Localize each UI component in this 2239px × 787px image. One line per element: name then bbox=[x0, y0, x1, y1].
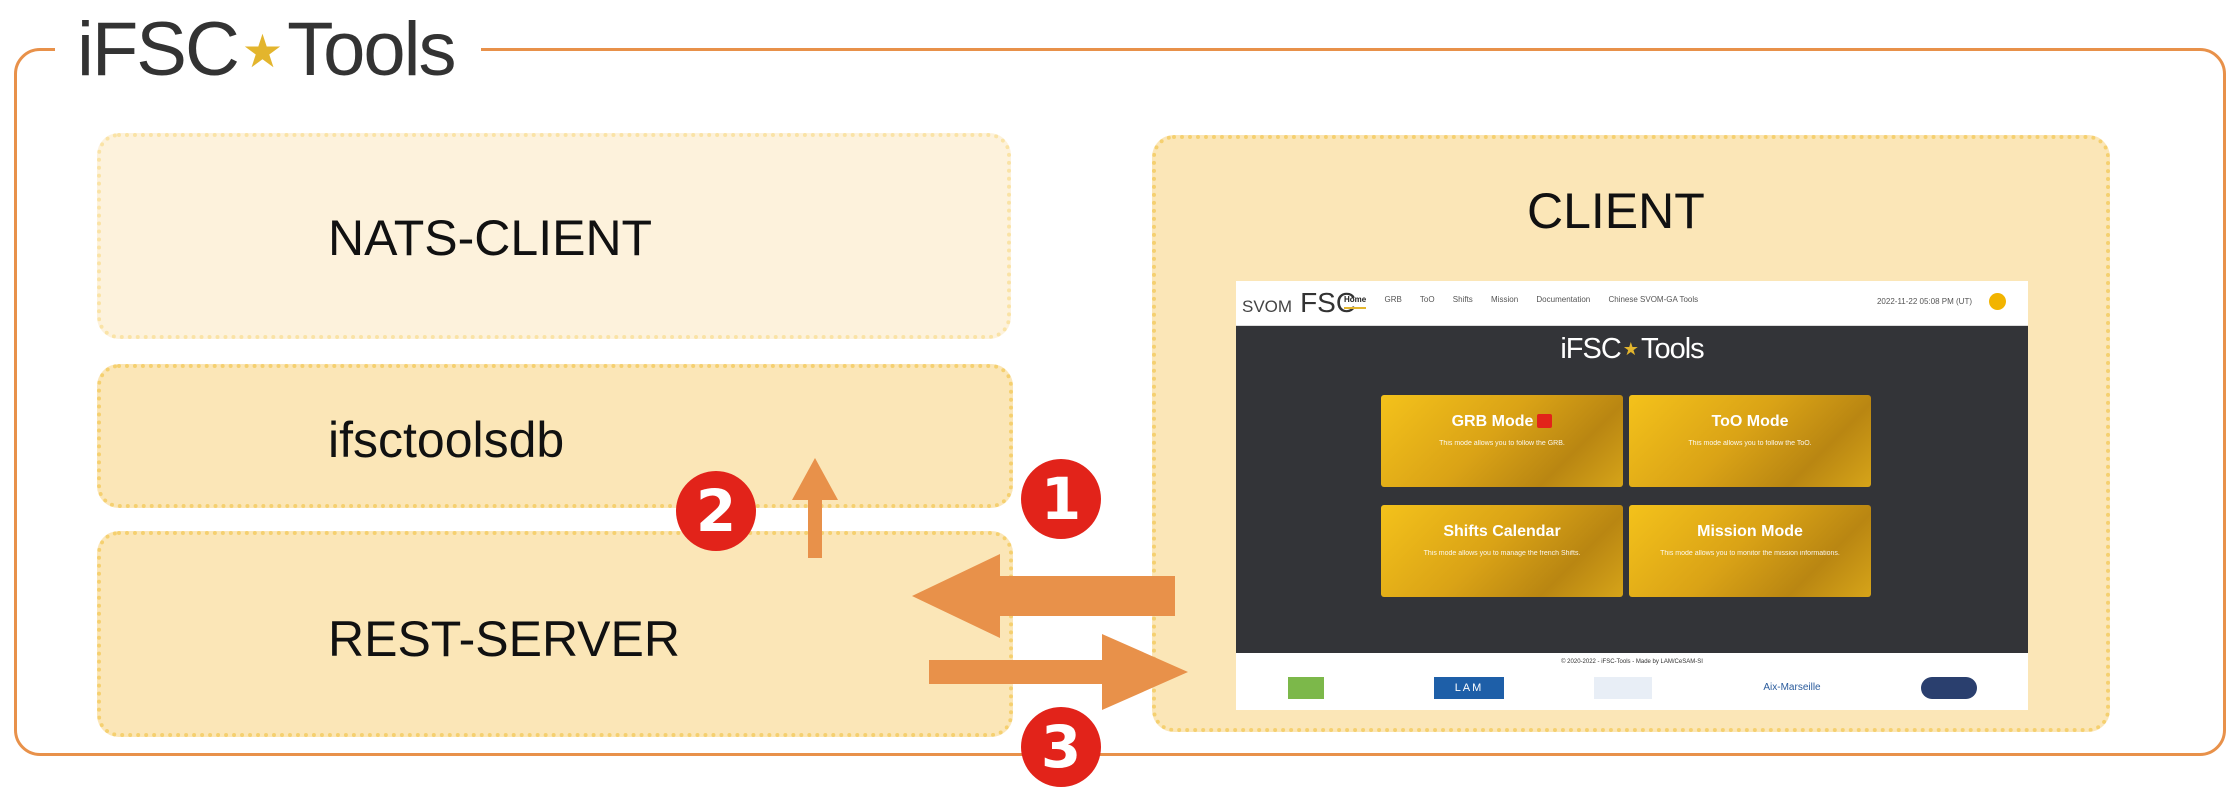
mission-mode-card[interactable]: Mission Mode This mode allows you to mon… bbox=[1629, 505, 1871, 597]
mission-mode-desc: This mode allows you to monitor the miss… bbox=[1660, 550, 1840, 557]
screenshot-title-left: iFSC bbox=[1560, 333, 1621, 365]
mission-mode-title: Mission Mode bbox=[1697, 523, 1803, 540]
partner-logo-round bbox=[1921, 677, 1977, 699]
client-label: CLIENT bbox=[1527, 183, 1705, 239]
lam-logo: LAM bbox=[1434, 677, 1504, 699]
user-avatar-icon[interactable] bbox=[1989, 293, 2006, 310]
step-badge-2: 2 bbox=[676, 471, 756, 551]
nav-documentation[interactable]: Documentation bbox=[1536, 295, 1590, 304]
grb-mode-title: GRB Mode bbox=[1451, 413, 1534, 430]
screenshot-nav-items: Home GRB ToO Shifts Mission Documentatio… bbox=[1344, 295, 1714, 309]
aix-marseille-logo: Aix-Marseille bbox=[1763, 682, 1821, 693]
shifts-calendar-title: Shifts Calendar bbox=[1443, 523, 1561, 540]
database-label: ifsctoolsdb bbox=[328, 412, 565, 468]
nav-too[interactable]: ToO bbox=[1420, 295, 1435, 304]
partner-logo-green bbox=[1288, 677, 1324, 699]
frame-title-left: iFSC bbox=[77, 7, 240, 92]
step-badge-3: 3 bbox=[1021, 707, 1101, 787]
shifts-calendar-card[interactable]: Shifts Calendar This mode allows you to … bbox=[1381, 505, 1623, 597]
step-badge-1: 1 bbox=[1021, 459, 1101, 539]
screenshot-star-icon: ★ bbox=[1622, 339, 1639, 359]
nav-home[interactable]: Home bbox=[1344, 295, 1367, 309]
star-icon: ★ bbox=[241, 25, 284, 77]
screenshot-title: iFSC ★Tools bbox=[1236, 327, 2028, 371]
nats-client-box: NATS-CLIENT bbox=[97, 133, 1011, 339]
shifts-calendar-desc: This mode allows you to manage the frenc… bbox=[1423, 550, 1581, 557]
svom-fsc-logo: SVOM FSC bbox=[1242, 285, 1356, 325]
nav-mission[interactable]: Mission bbox=[1491, 295, 1518, 304]
nats-client-label: NATS-CLIENT bbox=[328, 210, 653, 266]
nav-chinese-tools[interactable]: Chinese SVOM-GA Tools bbox=[1608, 295, 1698, 304]
svom-logo-text: SVOM bbox=[1242, 297, 1293, 316]
copyright-text: © 2020-2022 - iFSC-Tools - Made by LAM/C… bbox=[1561, 659, 1703, 665]
bell-icon bbox=[1537, 414, 1553, 428]
too-mode-desc: This mode allows you to follow the ToO. bbox=[1688, 440, 1812, 447]
grb-mode-desc: This mode allows you to follow the GRB. bbox=[1439, 440, 1565, 447]
frame-title: iFSC★Tools bbox=[55, 5, 481, 95]
nav-shifts[interactable]: Shifts bbox=[1453, 295, 1473, 304]
client-screenshot: SVOM FSC Home GRB ToO Shifts Mission Docu… bbox=[1236, 281, 2028, 710]
database-box: ifsctoolsdb bbox=[97, 364, 1013, 508]
screenshot-footer: © 2020-2022 - iFSC-Tools - Made by LAM/C… bbox=[1236, 653, 2028, 710]
rest-server-label: REST-SERVER bbox=[328, 611, 680, 667]
nav-grb[interactable]: GRB bbox=[1384, 295, 1401, 304]
too-mode-card[interactable]: ToO Mode This mode allows you to follow … bbox=[1629, 395, 1871, 487]
datetime-display[interactable]: 2022-11-22 05:08 PM (UT) bbox=[1877, 297, 1972, 306]
grb-mode-card[interactable]: GRB Mode This mode allows you to follow … bbox=[1381, 395, 1623, 487]
frame-title-right: Tools bbox=[287, 7, 456, 92]
cnes-logo bbox=[1594, 677, 1652, 699]
screenshot-navbar: SVOM FSC Home GRB ToO Shifts Mission Docu… bbox=[1236, 281, 2028, 326]
too-mode-title: ToO Mode bbox=[1711, 413, 1789, 430]
rest-server-box: REST-SERVER bbox=[97, 531, 1013, 737]
screenshot-title-right: Tools bbox=[1640, 333, 1705, 365]
